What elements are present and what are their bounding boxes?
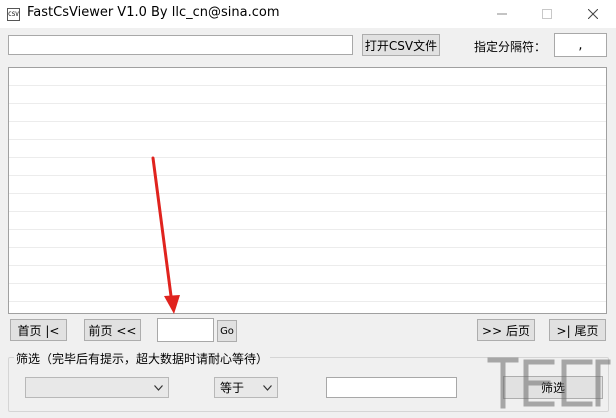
column-select[interactable] (25, 377, 169, 398)
grid-row-line (9, 139, 606, 140)
filter-value-input[interactable] (326, 377, 457, 398)
title-bar: CSV FastCsViewer V1.0 By llc_cn@sina.com (0, 0, 616, 28)
grid-row-line (9, 247, 606, 248)
maximize-button[interactable] (524, 0, 570, 28)
minimize-icon (497, 13, 507, 15)
close-button[interactable] (570, 0, 616, 28)
next-page-button[interactable]: >> 后页 (477, 319, 535, 341)
separator-label: 指定分隔符： (474, 40, 547, 54)
go-button[interactable]: Go (217, 320, 237, 342)
data-grid[interactable] (8, 67, 607, 314)
grid-row-line (9, 121, 606, 122)
first-page-button[interactable]: 首页 |< (10, 319, 67, 341)
file-path-input[interactable] (8, 35, 353, 55)
watermark-logo (487, 357, 611, 409)
maximize-icon (542, 9, 552, 19)
grid-row-line (9, 85, 606, 86)
app-icon: CSV (7, 8, 20, 21)
grid-row-line (9, 211, 606, 212)
open-csv-button[interactable]: 打开CSV文件 (362, 34, 440, 56)
window-title: FastCsViewer V1.0 By llc_cn@sina.com (27, 5, 280, 20)
chevron-down-icon (154, 384, 163, 391)
grid-row-line (9, 283, 606, 284)
grid-row-line (9, 193, 606, 194)
prev-page-button[interactable]: 前页 << (84, 319, 141, 341)
chevron-down-icon (263, 384, 272, 391)
grid-row-line (9, 301, 606, 302)
last-page-button[interactable]: >| 尾页 (549, 319, 606, 341)
separator-input[interactable]: , (554, 33, 607, 57)
page-number-input[interactable] (157, 318, 214, 342)
grid-row-line (9, 229, 606, 230)
filter-group-label: 筛选（完毕后有提示，超大数据时请耐心等待） (14, 350, 271, 367)
grid-row-line (9, 157, 606, 158)
operator-select-value: 等于 (220, 381, 245, 395)
grid-row-line (9, 175, 606, 176)
grid-row-line (9, 265, 606, 266)
grid-row-line (9, 103, 606, 104)
close-icon (588, 9, 598, 19)
operator-select[interactable]: 等于 (214, 377, 278, 398)
minimize-button[interactable] (479, 0, 525, 28)
